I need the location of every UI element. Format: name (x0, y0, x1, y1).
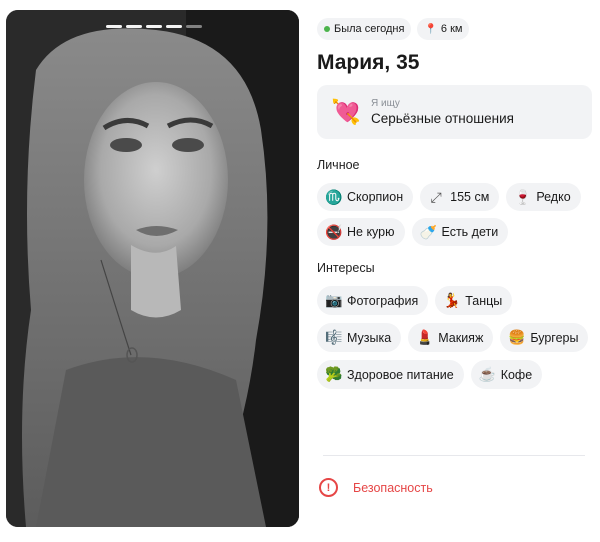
progress-segment (186, 25, 202, 28)
baby-bottle-icon: 🍼 (419, 223, 437, 240)
seeking-card: 💘 Я ищу Серьёзные отношения (317, 85, 592, 139)
location-pin-icon: 📍 (424, 23, 437, 35)
interest-chip-label: Фотография (347, 293, 419, 308)
progress-segment (146, 25, 162, 28)
personal-chip-label: 155 см (450, 190, 490, 204)
divider (323, 455, 585, 456)
interest-chip-label: Танцы (465, 293, 503, 308)
broccoli-icon: 🥦 (325, 366, 343, 382)
music-score-icon: 🎼 (325, 329, 343, 345)
interest-chip: 💄 Макияж (408, 323, 494, 352)
personal-chips: ♏ Скорпион ⤢ 155 см 🍷 Редко 🚭 Не курю 🍼 Есть дети (317, 183, 592, 246)
progress-segment (166, 25, 182, 28)
personal-chip: 🍷 Редко (506, 183, 581, 211)
safety-label: Безопасность (353, 480, 433, 495)
photo-illustration (6, 10, 299, 527)
personal-chip-label: Не курю (347, 225, 395, 239)
interest-chip: 💃 Танцы (435, 286, 513, 315)
interest-chips: 📷 Фотография 💃 Танцы 🎼 Музыка 💄 Макияж 🍔 Бургеры 🥦… (317, 286, 592, 389)
online-dot-icon (324, 26, 330, 32)
progress-segment (106, 25, 122, 28)
wine-glass-icon: 🍷 (514, 188, 532, 205)
heart-arrow-icon: 💘 (331, 98, 361, 126)
interest-chip: 📷 Фотография (317, 286, 429, 315)
interest-chip-label: Макияж (438, 330, 484, 345)
burger-icon: 🍔 (508, 329, 526, 345)
interest-chip-label: Музыка (347, 330, 392, 345)
interest-chip-label: Бургеры (530, 330, 579, 345)
distance-badge: 📍 6 км (417, 18, 470, 40)
coffee-icon: ☕ (478, 366, 497, 382)
interest-chip: ☕ Кофе (470, 360, 543, 389)
scorpio-icon: ♏ (325, 188, 343, 205)
interest-chip-label: Кофе (500, 367, 533, 382)
personal-chip: 🍼 Есть дети (411, 218, 509, 246)
personal-chip-label: Редко (536, 190, 571, 204)
profile-name: Мария, 35 (317, 51, 420, 74)
interest-chip: 🍔 Бургеры (500, 323, 589, 352)
interests-section-title: Интересы (317, 261, 375, 275)
personal-chip: 🚭 Не курю (317, 218, 405, 246)
personal-chip-label: Есть дети (441, 225, 499, 239)
status-row: Была сегодня 📍 6 км (317, 18, 592, 40)
profile-panel: Была сегодня 📍 6 км Мария, 35 💘 Я ищу Се… (317, 18, 592, 389)
personal-chip: ♏ Скорпион (317, 183, 414, 211)
seeking-value: Серьёзные отношения (371, 111, 514, 126)
interest-chip-label: Здоровое питание (347, 367, 454, 382)
story-progress (106, 25, 202, 28)
no-smoking-icon: 🚭 (325, 223, 343, 240)
personal-chip-label: Скорпион (347, 190, 404, 204)
dancer-icon: 💃 (443, 292, 461, 308)
online-status-text: Была сегодня (334, 23, 405, 35)
distance-text: 6 км (440, 23, 463, 35)
lipstick-icon: 💄 (416, 329, 434, 345)
profile-photo[interactable] (6, 10, 299, 527)
personal-section-title: Личное (317, 158, 360, 172)
height-icon: ⤢ (430, 188, 442, 205)
online-status-badge: Была сегодня (317, 18, 412, 40)
interest-chip: 🎼 Музыка (317, 323, 402, 352)
warning-icon: ! (319, 478, 338, 497)
interest-chip: 🥦 Здоровое питание (317, 360, 464, 389)
progress-segment (126, 25, 142, 28)
personal-chip: ⤢ 155 см (420, 183, 500, 211)
safety-link[interactable]: ! Безопасность (319, 478, 433, 497)
seeking-label: Я ищу (371, 98, 400, 109)
camera-icon: 📷 (325, 292, 343, 308)
